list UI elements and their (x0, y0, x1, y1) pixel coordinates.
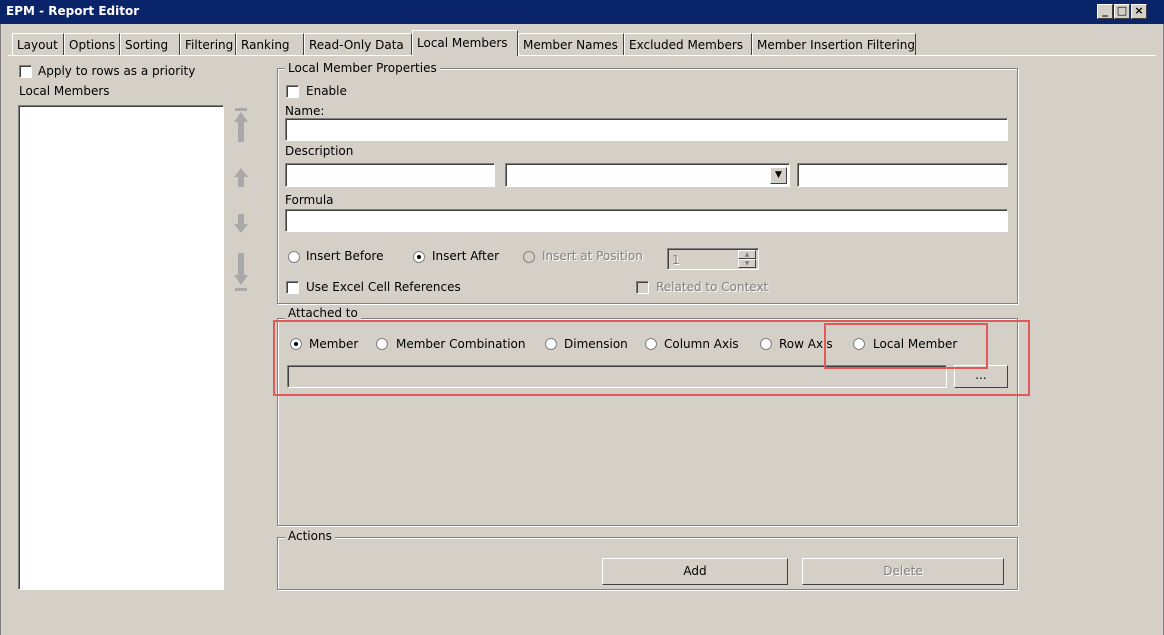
position-value: 1 (672, 253, 680, 267)
tab-member-names[interactable]: Member Names (518, 33, 624, 55)
tab-read-only-data[interactable]: Read-Only Data (304, 33, 412, 55)
related-to-context-label: Related to Context (656, 280, 769, 294)
add-button[interactable]: Add (602, 558, 788, 585)
use-excel-refs-checkbox[interactable] (286, 281, 299, 294)
insert-before-radio[interactable] (288, 251, 300, 263)
tab-excluded-members[interactable]: Excluded Members (624, 33, 752, 55)
delete-button[interactable]: Delete (802, 558, 1004, 585)
enable-label: Enable (306, 84, 347, 98)
tab-ranking[interactable]: Ranking (236, 33, 304, 55)
description-dropdown[interactable]: ▼ (505, 163, 790, 187)
description-input[interactable] (285, 163, 495, 187)
tab-filtering[interactable]: Filtering (180, 33, 236, 55)
related-to-context-checkbox[interactable] (636, 281, 649, 294)
tab-sorting[interactable]: Sorting (120, 33, 180, 55)
close-button[interactable]: × (1131, 4, 1147, 19)
stepper-up-icon[interactable]: ▲ (738, 250, 756, 259)
insert-at-position-label: Insert at Position (542, 249, 643, 263)
chevron-down-icon[interactable]: ▼ (770, 167, 787, 184)
maximize-button[interactable]: □ (1114, 4, 1130, 19)
move-bottom-icon[interactable] (233, 253, 249, 293)
tab-member-insertion-filtering[interactable]: Member Insertion Filtering (752, 33, 916, 55)
tab-options[interactable]: Options (64, 33, 120, 55)
move-up-icon[interactable] (233, 167, 249, 189)
highlight-local-member (824, 323, 988, 369)
actions-legend: Actions (285, 529, 335, 543)
window-title: EPM - Report Editor (6, 4, 140, 18)
apply-priority-checkbox[interactable] (19, 65, 32, 78)
description-label: Description (285, 144, 354, 158)
position-stepper[interactable]: 1 ▲ ▼ (667, 248, 759, 270)
tab-layout[interactable]: Layout (12, 33, 64, 55)
move-top-icon[interactable] (233, 108, 249, 144)
name-label: Name: (285, 104, 325, 118)
stepper-down-icon[interactable]: ▼ (738, 259, 756, 268)
formula-input[interactable] (285, 209, 1008, 232)
insert-after-radio[interactable] (413, 251, 425, 263)
local-members-list[interactable] (18, 105, 224, 590)
insert-before-label: Insert Before (306, 249, 384, 263)
name-input[interactable] (285, 118, 1008, 141)
formula-label: Formula (285, 193, 334, 207)
title-bar: EPM - Report Editor _ □ × (0, 0, 1164, 24)
enable-checkbox[interactable] (286, 85, 299, 98)
attached-legend: Attached to (285, 306, 361, 320)
apply-priority-label: Apply to rows as a priority (38, 64, 196, 78)
insert-after-label: Insert After (432, 249, 500, 263)
insert-at-position-radio[interactable] (523, 251, 535, 263)
description-extra-input[interactable] (797, 163, 1008, 187)
properties-legend: Local Member Properties (285, 61, 440, 75)
use-excel-refs-label: Use Excel Cell References (306, 280, 461, 294)
minimize-button[interactable]: _ (1097, 4, 1113, 19)
local-members-label: Local Members (19, 84, 110, 98)
tab-local-members[interactable]: Local Members (412, 30, 518, 56)
move-down-icon[interactable] (233, 213, 249, 235)
tab-baseline (8, 55, 1156, 56)
